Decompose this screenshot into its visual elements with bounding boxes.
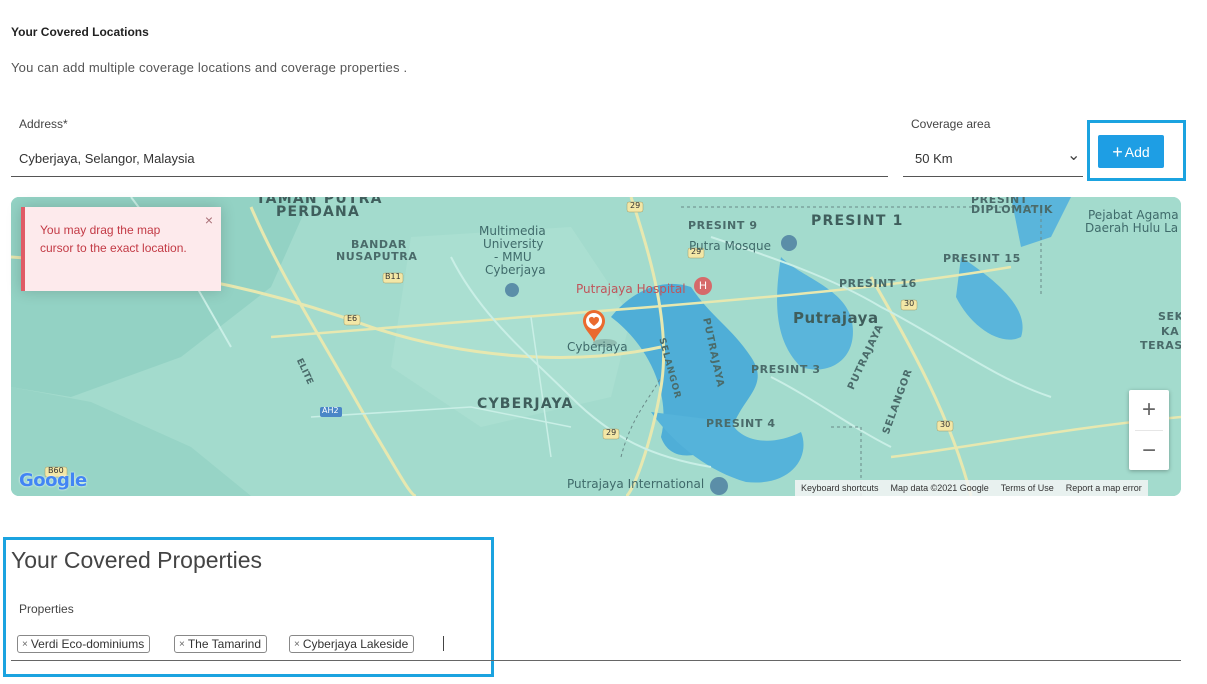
address-label: Address* [19, 117, 68, 131]
property-chip[interactable]: × Cyberjaya Lakeside [289, 635, 415, 653]
map-label-mmu: - MMU [494, 250, 532, 264]
map-label-nusaputra: NUSAPUTRA [336, 250, 418, 263]
property-chip[interactable]: × Verdi Eco-dominiums [17, 635, 151, 653]
remove-icon[interactable]: × [22, 639, 28, 650]
map-label-sek: KA [1161, 325, 1180, 338]
alert-message: You may drag the map cursor to the exact… [40, 223, 187, 255]
coverage-underline [903, 176, 1083, 177]
heart-pin-icon [583, 310, 605, 342]
route-ah2-label: AH2 [322, 406, 339, 415]
map-cursor-pin[interactable] [582, 309, 606, 343]
route-30-label: 30 [940, 420, 951, 429]
map-label-putrajaya-hospital: Putrajaya Hospital [576, 282, 686, 296]
route-e6-label: E6 [347, 314, 358, 323]
map-label-presint15: PRESINT 15 [943, 252, 1021, 265]
map-label-presint16: PRESINT 16 [839, 277, 917, 290]
address-input[interactable]: Cyberjaya, Selangor, Malaysia [19, 151, 879, 166]
map-label-sek: TERAS [1140, 339, 1181, 352]
add-button[interactable]: + Add [1098, 135, 1164, 168]
coverage-value: 50 Km [915, 151, 953, 166]
route-30-label: 30 [904, 299, 915, 308]
address-underline [11, 176, 888, 177]
map-label-putrajaya: Putrajaya [793, 309, 879, 327]
map-label-putra-mosque: Putra Mosque [689, 239, 771, 253]
map-data-text: Map data ©2021 Google [890, 483, 989, 493]
locations-description: You can add multiple coverage locations … [11, 60, 408, 75]
property-chip-label: Cyberjaya Lakeside [302, 637, 409, 651]
map-label-perdana: PERDANA [276, 204, 361, 220]
route-29-label: 29 [630, 201, 641, 210]
map-label-mmu: University [483, 237, 544, 251]
chevron-down-icon: ⌄ [1067, 147, 1081, 164]
properties-title: Your Covered Properties [11, 547, 263, 573]
properties-underline [11, 660, 1181, 661]
zoom-in-button[interactable]: + [1129, 390, 1169, 430]
zoom-out-button[interactable]: − [1129, 431, 1169, 470]
mosque-icon [781, 235, 797, 251]
map-attribution: Keyboard shortcuts Map data ©2021 Google… [795, 480, 1148, 496]
close-icon[interactable]: × [205, 212, 213, 228]
school-icon [505, 283, 519, 297]
map-label-presint4: PRESINT 4 [706, 417, 776, 430]
map-label-mmu: Cyberjaya [485, 263, 546, 277]
map-label-mmu: Multimedia [479, 224, 546, 238]
map-label-pejabat: Daerah Hulu La [1085, 221, 1179, 235]
map-label-presint3: PRESINT 3 [751, 363, 821, 376]
map-label-presint1: PRESINT 1 [811, 213, 904, 229]
terms-of-use-link[interactable]: Terms of Use [1001, 483, 1054, 493]
property-chip-label: The Tamarind [187, 637, 261, 651]
plus-icon: + [1112, 141, 1123, 162]
coverage-label: Coverage area [911, 117, 991, 131]
drag-hint-alert: You may drag the map cursor to the exact… [21, 207, 221, 291]
map-label-pejabat: Pejabat Agama I [1088, 208, 1181, 222]
property-chip[interactable]: × The Tamarind [174, 635, 267, 653]
properties-input-caret[interactable] [443, 636, 444, 651]
map-label-presint9: PRESINT 9 [688, 219, 758, 232]
google-logo: Google [19, 470, 87, 491]
remove-icon[interactable]: × [179, 639, 185, 650]
locations-title: Your Covered Locations [11, 25, 149, 39]
map-zoom-controls: + − [1129, 390, 1169, 470]
add-button-label: Add [1124, 143, 1150, 160]
map-label-cyberjaya-area: CYBERJAYA [477, 396, 574, 412]
map-label-putrajaya-intl: Putrajaya International [567, 477, 705, 491]
coverage-select[interactable]: 50 Km ⌄ [903, 145, 1083, 175]
landmark-icon [710, 477, 728, 495]
map-label-presint-diplomatik: DIPLOMATIK [971, 203, 1053, 216]
map-label-sek: SEK [1158, 310, 1181, 323]
remove-icon[interactable]: × [294, 639, 300, 650]
properties-label: Properties [19, 602, 74, 616]
route-29-label: 29 [606, 428, 617, 437]
keyboard-shortcuts-link[interactable]: Keyboard shortcuts [801, 483, 879, 493]
hospital-icon: H [694, 277, 712, 295]
property-chip-label: Verdi Eco-dominiums [30, 637, 145, 651]
report-map-error-link[interactable]: Report a map error [1066, 483, 1142, 493]
route-b11-label: B11 [385, 272, 401, 281]
